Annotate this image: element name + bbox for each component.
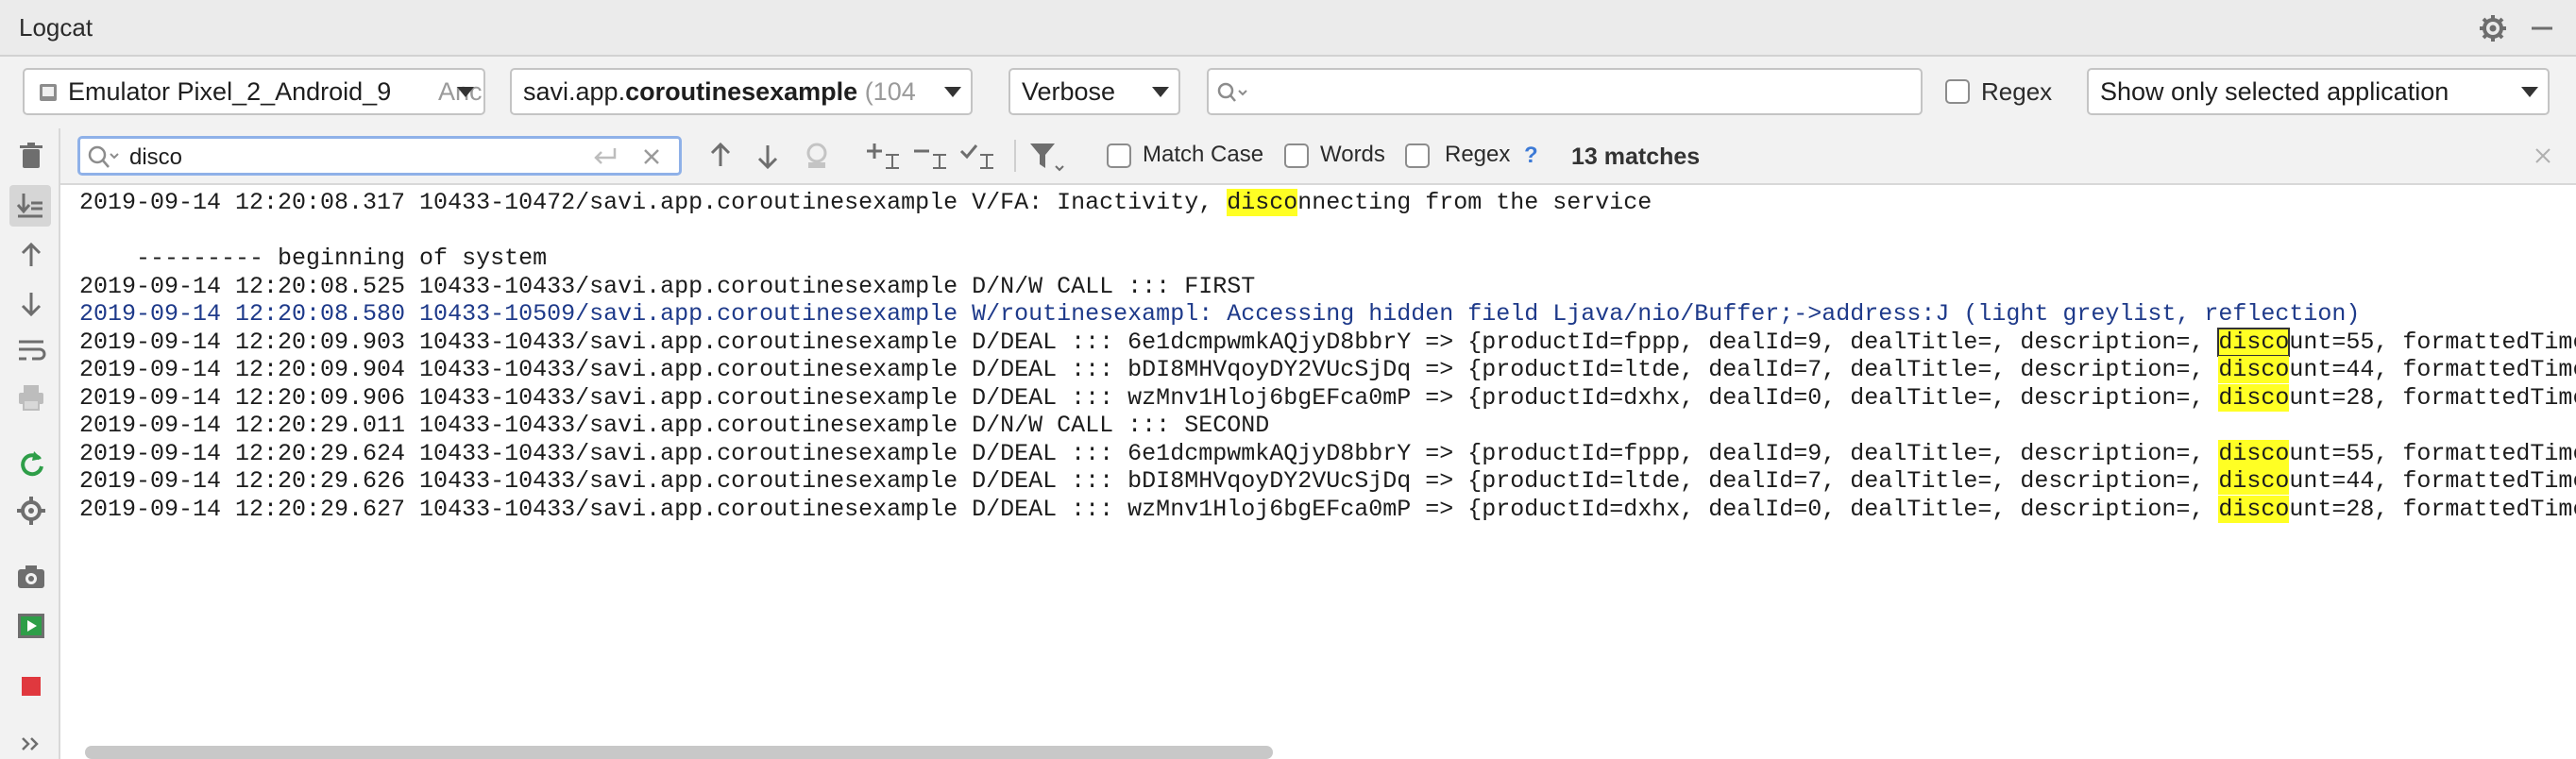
log-text: 2019-09-14 12:20:09.904 10433-10433/savi… [79, 356, 2219, 383]
process-selector[interactable]: savi.app.coroutinesexample (104 [510, 68, 973, 115]
log-level-selector[interactable]: Verbose [1008, 68, 1180, 115]
toolbar-divider [1014, 140, 1016, 172]
process-prefix: savi.app. [523, 77, 626, 106]
screen-record-icon[interactable] [15, 610, 47, 642]
log-text: 2019-09-14 12:20:08.580 10433-10509/savi… [79, 300, 2361, 328]
search-match-highlight: disco [2218, 356, 2290, 383]
log-text-rest: unt=55, formattedTime=11:47:54 [2289, 328, 2576, 356]
chevron-down-icon [1152, 87, 1169, 97]
match-case-checkbox[interactable] [1107, 143, 1131, 168]
match-case-label: Match Case [1143, 142, 1264, 167]
log-text: --------- beginning of system [79, 245, 548, 272]
screenshot-icon[interactable] [15, 561, 47, 593]
find-input[interactable] [77, 136, 682, 176]
logcat-search-input[interactable] [1207, 68, 1923, 115]
log-line: 2019-09-14 12:20:29.624 10433-10433/savi… [79, 439, 2576, 468]
next-occurrence-icon[interactable] [752, 140, 784, 172]
down-arrow-icon[interactable] [15, 287, 47, 319]
find-bar: Match Case Words Regex ? 13 matches [60, 128, 2576, 185]
find-query-field[interactable] [127, 143, 528, 173]
log-line: --------- beginning of system [79, 245, 547, 273]
log-text-rest: unt=28, formattedTime=11:47:46 [2289, 383, 2576, 412]
new-line-icon[interactable] [590, 144, 620, 169]
gear-icon[interactable] [2478, 13, 2508, 43]
search-match-highlight: disco [2217, 327, 2291, 357]
log-text: 2019-09-14 12:20:29.011 10433-10433/savi… [79, 412, 1270, 439]
prev-occurrence-icon[interactable] [704, 140, 737, 172]
add-occurrence-icon[interactable] [865, 140, 901, 172]
log-text: 2019-09-14 12:20:29.626 10433-10433/savi… [79, 467, 2219, 495]
log-text-rest: unt=55, formattedTime=11:47:54 [2289, 439, 2576, 467]
log-text-rest: unt=44, formattedTime=11:47:53 [2289, 467, 2576, 495]
restart-icon[interactable] [15, 447, 47, 480]
log-text-rest: nnecting from the service [1297, 189, 1652, 216]
clear-search-icon[interactable] [641, 146, 662, 167]
search-match-highlight: disco [2218, 439, 2290, 467]
chevron-down-icon [944, 87, 961, 97]
log-line: 2019-09-14 12:20:29.011 10433-10433/savi… [79, 412, 1269, 440]
search-match-highlight: disco [2218, 495, 2290, 523]
search-match-highlight: disco [2218, 383, 2290, 412]
tool-window-title: Logcat [19, 13, 93, 42]
process-pid: (104 [864, 77, 916, 106]
find-regex-checkbox[interactable] [1405, 143, 1430, 168]
select-all-occurrences-icon[interactable] [959, 140, 995, 172]
minimize-icon[interactable] [2527, 13, 2557, 43]
print-icon[interactable] [15, 381, 47, 413]
log-text: 2019-09-14 12:20:09.906 10433-10433/savi… [79, 383, 2219, 412]
words-checkbox[interactable] [1284, 143, 1309, 168]
regex-checkbox[interactable] [1945, 79, 1970, 104]
log-line: 2019-09-14 12:20:08.317 10433-10472/savi… [79, 189, 1652, 217]
search-icon [1217, 82, 1247, 102]
log-line: 2019-09-14 12:20:09.903 10433-10433/savi… [79, 327, 2576, 357]
log-text: 2019-09-14 12:20:09.903 10433-10433/savi… [79, 328, 2219, 356]
chevron-down-icon [457, 87, 474, 97]
filter-scope-label: Show only selected application [2100, 77, 2449, 106]
stop-icon[interactable] [15, 670, 47, 702]
log-level-label: Verbose [1022, 77, 1116, 106]
remove-occurrence-icon[interactable] [912, 140, 948, 172]
soft-wrap-icon[interactable] [15, 334, 47, 366]
regex-help-link[interactable]: ? [1524, 143, 1538, 169]
device-selector[interactable]: Emulator Pixel_2_Android_9 Anc [23, 68, 485, 115]
scroll-to-end-icon [16, 194, 42, 218]
device-icon [40, 84, 57, 101]
tool-window-header: Logcat [0, 0, 2576, 57]
log-text-rest: unt=44, formattedTime=11:47:53 [2289, 356, 2576, 383]
log-line: 2019-09-14 12:20:29.627 10433-10433/savi… [79, 495, 2576, 524]
filter-icon[interactable] [1027, 140, 1065, 174]
search-history-icon[interactable] [84, 143, 122, 171]
log-text: 2019-09-14 12:20:08.525 10433-10433/savi… [79, 272, 1256, 300]
search-match-highlight: disco [1227, 189, 1298, 216]
settings-icon[interactable] [15, 495, 47, 527]
device-label: Emulator Pixel_2_Android_9 [68, 77, 392, 106]
find-regex-label: Regex [1445, 142, 1511, 167]
process-name: coroutinesexample [625, 77, 858, 106]
log-text: 2019-09-14 12:20:08.317 10433-10472/savi… [79, 189, 1228, 216]
words-label: Words [1320, 142, 1385, 167]
more-icon[interactable] [15, 727, 47, 759]
logcat-filter-bar: Emulator Pixel_2_Android_9 Anc savi.app.… [0, 57, 2576, 128]
close-icon[interactable] [2533, 145, 2553, 166]
log-text: 2019-09-14 12:20:29.624 10433-10433/savi… [79, 439, 2219, 467]
clear-log-icon[interactable] [15, 140, 47, 172]
scroll-to-end-toggle[interactable] [9, 185, 51, 227]
filter-scope-selector[interactable]: Show only selected application [2087, 68, 2550, 115]
chevron-down-icon [2521, 87, 2538, 97]
regex-label: Regex [1981, 77, 2053, 106]
logcat-side-toolbar [0, 128, 60, 759]
search-match-highlight: disco [2218, 467, 2290, 495]
filter-by-occurrence-icon[interactable] [801, 140, 833, 172]
match-count: 13 matches [1571, 143, 1701, 170]
log-line: 2019-09-14 12:20:08.580 10433-10509/savi… [79, 300, 2360, 329]
log-line: 2019-09-14 12:20:09.904 10433-10433/savi… [79, 356, 2576, 384]
log-line: 2019-09-14 12:20:09.906 10433-10433/savi… [79, 383, 2576, 413]
log-text: 2019-09-14 12:20:29.627 10433-10433/savi… [79, 495, 2219, 523]
horizontal-scrollbar[interactable] [85, 746, 1273, 759]
up-arrow-icon[interactable] [15, 240, 47, 272]
log-text-rest: unt=28, formattedTime=11:47:46 [2289, 495, 2576, 523]
log-line: 2019-09-14 12:20:08.525 10433-10433/savi… [79, 273, 1255, 301]
log-output[interactable]: 2019-09-14 12:20:08.317 10433-10472/savi… [60, 185, 2576, 746]
log-line: 2019-09-14 12:20:29.626 10433-10433/savi… [79, 467, 2576, 496]
